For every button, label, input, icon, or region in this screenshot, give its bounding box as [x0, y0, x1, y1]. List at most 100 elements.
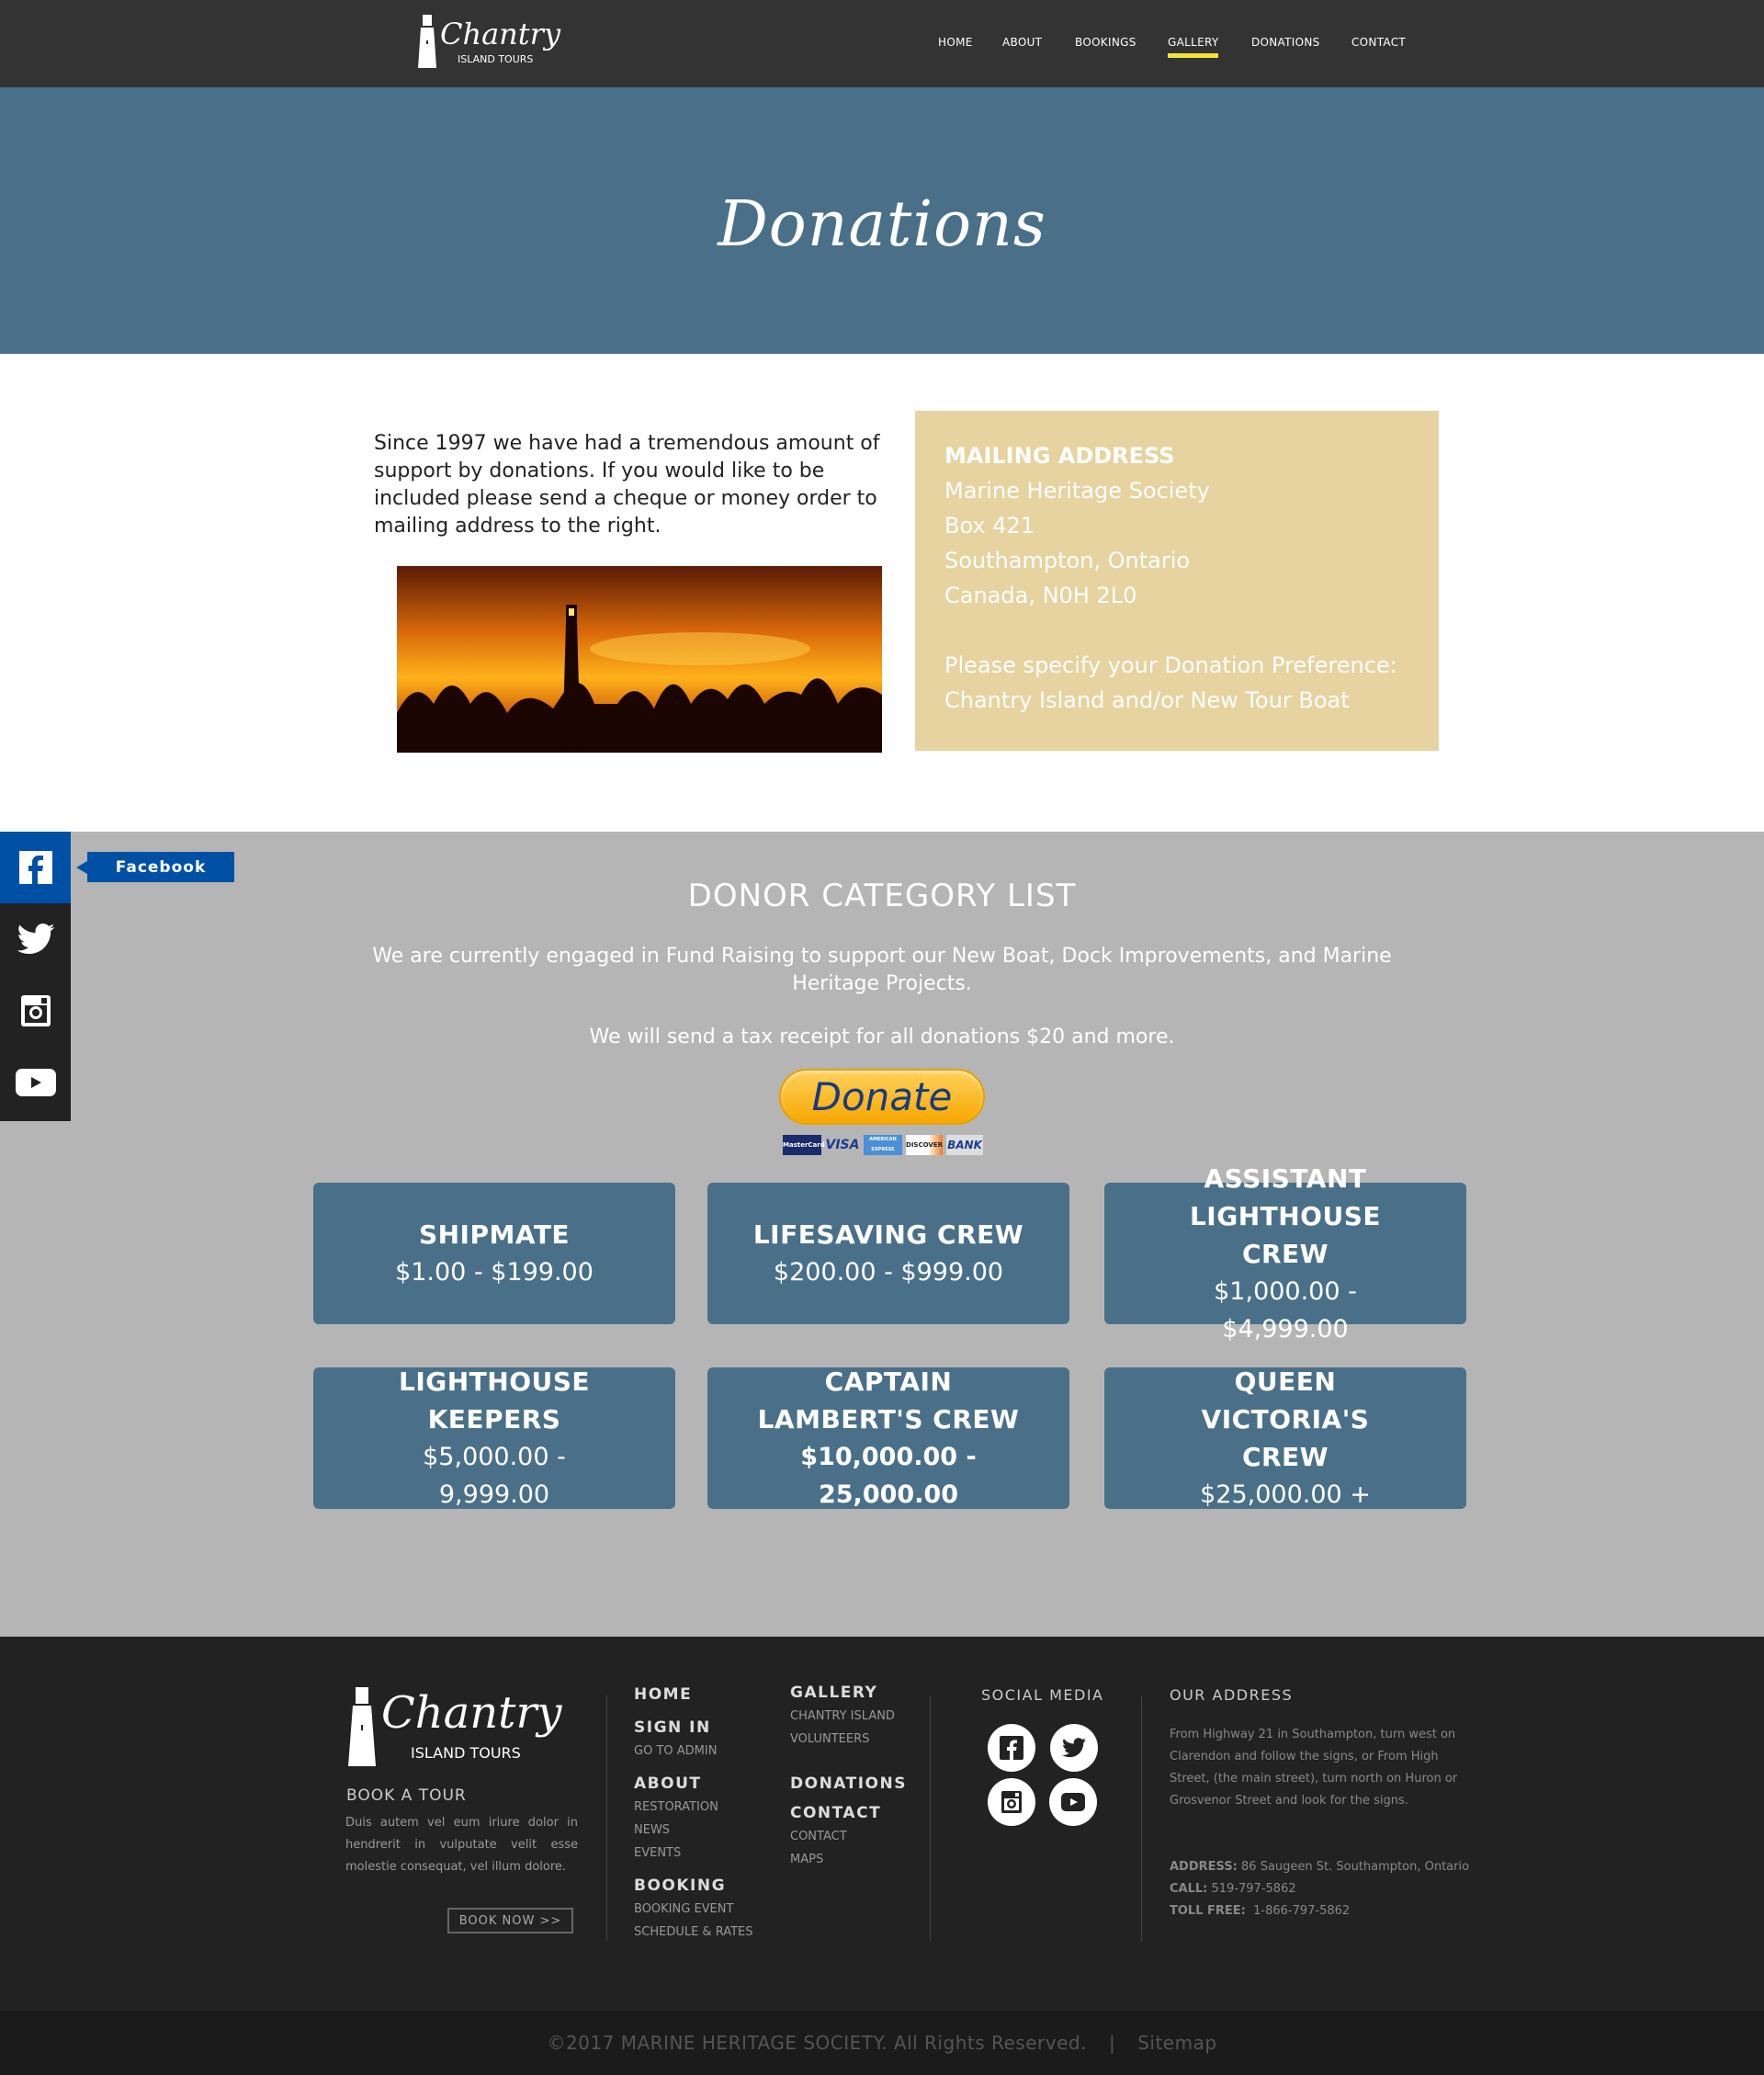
donate-button[interactable]: Donate [779, 1069, 985, 1125]
category-range: $1,000.00 - $4,999.00 [1214, 1276, 1357, 1344]
book-tour-text: Duis autem vel eum iriure dolor in hendr… [345, 1816, 578, 1874]
book-now-button[interactable]: BOOK NOW >> [447, 1908, 573, 1933]
logo-subtitle: ISLAND TOURS [411, 1744, 521, 1762]
separator: | [1108, 2032, 1116, 2054]
nav-bookings[interactable]: BOOKINGS [1075, 36, 1136, 49]
page-title: Donations [718, 188, 1046, 261]
mailing-address-box: MAILING ADDRESS Marine Heritage Society … [915, 411, 1439, 751]
donor-category-card[interactable]: CAPTAIN LAMBERT'S CREW $10,000.00 - 25,0… [707, 1366, 1069, 1509]
address-line: ADDRESS: 86 Saugeen St. Southampton, Ont… [1170, 1860, 1469, 1874]
call-line: CALL: 519-797-5862 [1170, 1882, 1296, 1896]
footer-youtube-button[interactable] [1049, 1778, 1097, 1826]
lighthouse-sunset-photo [397, 566, 882, 753]
mailing-heading: MAILING ADDRESS [944, 443, 1175, 469]
discover-icon: DISCOVER [906, 1135, 943, 1155]
toll-free-label: TOLL FREE: [1170, 1904, 1246, 1918]
social-media-heading: SOCIAL MEDIA [981, 1686, 1104, 1704]
nav-contact[interactable]: CONTACT [1351, 36, 1406, 49]
category-title: LIGHTHOUSE KEEPERS [398, 1366, 591, 1434]
footer-link-maps[interactable]: MAPS [790, 1853, 823, 1866]
footer-link-about[interactable]: ABOUT [634, 1775, 701, 1793]
footer-link-booking[interactable]: BOOKING [634, 1877, 726, 1895]
mailing-line: Southampton, Ontario [944, 548, 1191, 573]
mailing-line: Marine Heritage Society [944, 478, 1210, 504]
category-range: $200.00 - $999.00 [773, 1258, 1004, 1287]
top-nav: Chantry ISLAND TOURS HOME ABOUT BOOKINGS… [0, 0, 1764, 87]
footer-link-volunteers[interactable]: VOLUNTEERS [790, 1732, 869, 1746]
category-range: $5,000.00 - 9,999.00 [423, 1443, 566, 1509]
hero-banner: Donations [0, 87, 1764, 354]
logo-subtitle: ISLAND TOURS [458, 53, 534, 65]
twitter-icon [1062, 1738, 1086, 1758]
footer-link-events[interactable]: EVENTS [634, 1846, 681, 1860]
category-title: LIFESAVING CREW [752, 1219, 1024, 1250]
footer-divider [930, 1695, 931, 1941]
footer-link-sign-in[interactable]: SIGN IN [634, 1718, 711, 1737]
social-sidebar [0, 832, 71, 1121]
instagram-icon [1001, 1791, 1022, 1813]
directions-text: From Highway 21 in Southampton, turn wes… [1170, 1728, 1458, 1808]
donor-category-card[interactable]: ASSISTANT LIGHTHOUSE CREW $1,000.00 - $4… [1104, 1163, 1466, 1344]
category-title: QUEEN VICTORIA'S CREW [1201, 1366, 1370, 1472]
copyright-text: ©2017 MARINE HERITAGE SOCIETY. All Right… [547, 2032, 1087, 2054]
address-label: ADDRESS: [1170, 1860, 1238, 1874]
youtube-icon [1061, 1793, 1085, 1811]
category-title: CAPTAIN LAMBERT'S CREW [757, 1366, 1020, 1434]
sitemap-link[interactable]: Sitemap [1137, 2032, 1216, 2054]
nav-donations[interactable]: DONATIONS [1251, 36, 1320, 49]
category-title: ASSISTANT LIGHTHOUSE CREW [1189, 1162, 1382, 1269]
payment-cards: MasterCard VISA AMERICAN EXPRESS DISCOVE… [781, 1135, 985, 1159]
lighthouse-icon [418, 15, 436, 68]
footer-link-news[interactable]: NEWS [634, 1823, 670, 1837]
footer-link-restoration[interactable]: RESTORATION [634, 1800, 718, 1814]
donor-paragraph: We are currently engaged in Fund Raising… [372, 945, 1392, 995]
nav-about[interactable]: ABOUT [1002, 36, 1042, 49]
amex-icon: AMERICAN EXPRESS [864, 1135, 902, 1155]
tax-receipt-note: We will send a tax receipt for all donat… [589, 1026, 1175, 1049]
address-value: 86 Saugeen St. Southampton, Ontario [1241, 1860, 1470, 1874]
mastercard-icon: MasterCard [783, 1135, 825, 1155]
footer-link-contact[interactable]: CONTACT [790, 1804, 881, 1822]
nav-gallery[interactable]: GALLERY [1168, 36, 1219, 58]
footer-link-chantry-island[interactable]: CHANTRY ISLAND [790, 1709, 895, 1723]
footer-divider [606, 1695, 607, 1941]
footer-instagram-button[interactable] [988, 1778, 1035, 1826]
youtube-button[interactable] [0, 1047, 71, 1118]
twitter-icon [17, 924, 54, 954]
donor-category-card[interactable]: SHIPMATE $1.00 - $199.00 [313, 1183, 675, 1324]
donation-preference-value: Chantry Island and/or New Tour Boat [944, 687, 1350, 713]
category-range: $1.00 - $199.00 [395, 1258, 594, 1287]
donor-category-card[interactable]: QUEEN VICTORIA'S CREW $25,000.00 + [1104, 1366, 1466, 1509]
footer-logo[interactable]: Chantry ISLAND TOURS [346, 1684, 562, 1772]
category-title: SHIPMATE [418, 1219, 571, 1250]
donor-category-card[interactable]: LIGHTHOUSE KEEPERS $5,000.00 - 9,999.00 [313, 1366, 675, 1509]
footer-facebook-button[interactable] [988, 1724, 1035, 1772]
footer-link-booking-event[interactable]: BOOKING EVENT [634, 1902, 733, 1916]
footer-divider [1141, 1695, 1142, 1941]
footer-link-gallery[interactable]: GALLERY [790, 1684, 877, 1702]
nav-home[interactable]: HOME [938, 36, 973, 49]
footer-twitter-button[interactable] [1050, 1724, 1098, 1772]
instagram-icon [20, 995, 51, 1026]
donor-category-card[interactable]: LIFESAVING CREW $200.00 - $999.00 [707, 1183, 1069, 1324]
footer-link-home[interactable]: HOME [634, 1685, 692, 1704]
our-address-heading: OUR ADDRESS [1170, 1686, 1294, 1704]
footer-link-donations[interactable]: DONATIONS [790, 1775, 907, 1793]
logo[interactable]: Chantry ISLAND TOURS [416, 13, 560, 75]
youtube-icon [15, 1069, 56, 1096]
category-range: $25,000.00 + [1200, 1480, 1371, 1509]
copyright-bar: ©2017 MARINE HERITAGE SOCIETY. All Right… [0, 2011, 1764, 2075]
call-value[interactable]: 519-797-5862 [1212, 1882, 1296, 1896]
footer-link-contact-sub[interactable]: CONTACT [790, 1830, 847, 1843]
footer-link-go-to-admin[interactable]: GO TO ADMIN [634, 1744, 717, 1758]
footer-link-schedule-rates[interactable]: SCHEDULE & RATES [634, 1925, 753, 1939]
toll-free-value[interactable]: 1-866-797-5862 [1253, 1904, 1350, 1918]
intro-text: Since 1997 we have had a tremendous amou… [374, 432, 880, 538]
mailing-line: Canada, N0H 2L0 [944, 583, 1137, 608]
footer [0, 1637, 1764, 2011]
call-label: CALL: [1170, 1882, 1208, 1896]
facebook-icon [1000, 1736, 1023, 1760]
donor-heading: DONOR CATEGORY LIST [687, 878, 1077, 914]
category-range: $10,000.00 - 25,000.00 [800, 1443, 977, 1509]
donation-preference-label: Please specify your Donation Preference: [944, 652, 1397, 678]
